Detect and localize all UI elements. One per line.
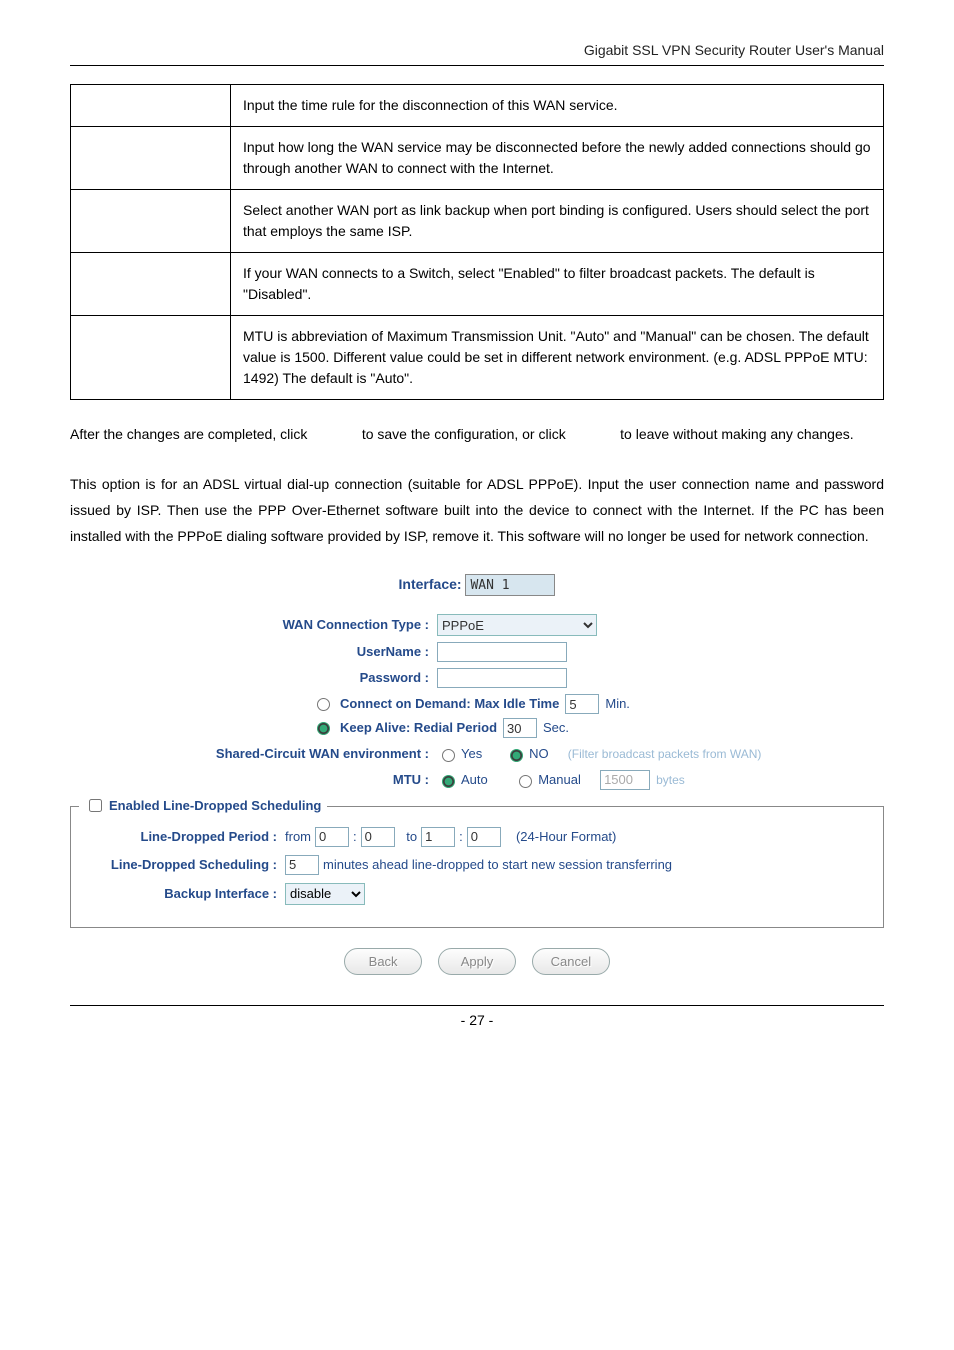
page-number: - 27 -	[461, 1012, 494, 1028]
to-minute-input[interactable]	[467, 827, 501, 847]
table-desc-cell: If your WAN connects to a Switch, select…	[231, 253, 884, 316]
para1-gap1	[311, 426, 358, 442]
box-legend-text: Enabled Line-Dropped Scheduling	[109, 796, 321, 816]
interface-input[interactable]	[465, 574, 555, 596]
interface-label: Interface:	[399, 576, 462, 592]
connect-on-demand-label: Connect on Demand: Max Idle Time	[340, 694, 559, 714]
backup-interface-label: Backup Interface :	[85, 884, 285, 904]
para1-pre: After the changes are completed, click	[70, 426, 311, 442]
table-row: Select another WAN port as link backup w…	[71, 190, 884, 253]
table-label-cell	[71, 316, 231, 400]
row-dropped-period: Line-Dropped Period : from : to : (24-Ho…	[85, 827, 869, 847]
table-row: Input how long the WAN service may be di…	[71, 127, 884, 190]
to-text: to	[406, 827, 417, 847]
max-idle-time-input[interactable]	[565, 694, 599, 714]
minutes-unit: Min.	[605, 694, 630, 714]
interface-row: Interface:	[70, 574, 884, 597]
row-connect-on-demand: Connect on Demand: Max Idle Time Min.	[317, 694, 797, 714]
page-header: Gigabit SSL VPN Security Router User's M…	[70, 40, 884, 61]
para1-post: to leave without making any changes.	[620, 426, 853, 442]
row-dropped-scheduling: Line-Dropped Scheduling : minutes ahead …	[85, 855, 869, 875]
table-label-cell	[71, 253, 231, 316]
table-row: Input the time rule for the disconnectio…	[71, 85, 884, 127]
table-desc-cell: Select another WAN port as link backup w…	[231, 190, 884, 253]
username-input[interactable]	[437, 642, 567, 662]
paragraph-adsl-description: This option is for an ADSL virtual dial-…	[70, 472, 884, 550]
shared-yes-option[interactable]: Yes	[437, 744, 482, 764]
keep-alive-label: Keep Alive: Redial Period	[340, 718, 497, 738]
wan-form: WAN Connection Type : PPPoE UserName : P…	[157, 614, 797, 790]
table-label-cell	[71, 127, 231, 190]
para1-mid: to save the configuration, or click	[362, 426, 570, 442]
table-desc-cell: Input the time rule for the disconnectio…	[231, 85, 884, 127]
seconds-unit: Sec.	[543, 718, 569, 738]
shared-no-radio[interactable]	[510, 749, 523, 762]
password-input[interactable]	[437, 668, 567, 688]
mtu-auto-radio[interactable]	[442, 775, 455, 788]
connection-type-select[interactable]: PPPoE	[437, 614, 597, 636]
username-label: UserName :	[157, 642, 437, 662]
mtu-auto-option[interactable]: Auto	[437, 770, 488, 790]
colon2: :	[459, 827, 463, 847]
row-username: UserName :	[157, 642, 797, 662]
password-label: Password :	[157, 668, 437, 688]
scheduling-minutes-input[interactable]	[285, 855, 319, 875]
row-connection-type: WAN Connection Type : PPPoE	[157, 614, 797, 636]
back-button[interactable]: Back	[344, 948, 422, 976]
row-mtu: MTU : Auto Manual bytes	[157, 770, 797, 790]
backup-interface-select[interactable]: disable	[285, 883, 365, 905]
dropped-scheduling-label: Line-Dropped Scheduling :	[85, 855, 285, 875]
row-shared-circuit: Shared-Circuit WAN environment : Yes NO …	[157, 744, 797, 764]
button-row: Back Apply Cancel	[70, 948, 884, 976]
from-minute-input[interactable]	[361, 827, 395, 847]
to-hour-input[interactable]	[421, 827, 455, 847]
row-backup-interface: Backup Interface : disable	[85, 883, 869, 905]
shared-yes-radio[interactable]	[442, 749, 455, 762]
header-rule	[70, 65, 884, 66]
paragraph-after-changes: After the changes are completed, click t…	[70, 422, 884, 448]
colon1: :	[353, 827, 357, 847]
table-row: If your WAN connects to a Switch, select…	[71, 253, 884, 316]
table-label-cell	[71, 190, 231, 253]
mtu-value-input[interactable]	[600, 770, 650, 790]
hour-format-note: (24-Hour Format)	[516, 827, 616, 847]
redial-period-input[interactable]	[503, 718, 537, 738]
settings-description-table: Input the time rule for the disconnectio…	[70, 84, 884, 400]
mtu-unit: bytes	[656, 771, 685, 789]
cancel-button[interactable]: Cancel	[532, 948, 610, 976]
page-footer: - 27 -	[70, 1005, 884, 1031]
keep-alive-radio[interactable]	[317, 722, 330, 735]
from-text: from	[285, 827, 311, 847]
table-desc-cell: Input how long the WAN service may be di…	[231, 127, 884, 190]
table-row: MTU is abbreviation of Maximum Transmiss…	[71, 316, 884, 400]
connection-type-label: WAN Connection Type :	[157, 615, 437, 635]
line-dropped-scheduling-box: Enabled Line-Dropped Scheduling Line-Dro…	[70, 806, 884, 928]
row-keep-alive: Keep Alive: Redial Period Sec.	[317, 718, 797, 738]
connect-on-demand-radio[interactable]	[317, 698, 330, 711]
box-legend: Enabled Line-Dropped Scheduling	[79, 796, 327, 816]
scheduling-note: minutes ahead line-dropped to start new …	[323, 855, 672, 875]
table-desc-cell: MTU is abbreviation of Maximum Transmiss…	[231, 316, 884, 400]
mtu-manual-option[interactable]: Manual	[514, 770, 581, 790]
para1-gap2	[570, 426, 617, 442]
row-password: Password :	[157, 668, 797, 688]
table-label-cell	[71, 85, 231, 127]
manual-title: Gigabit SSL VPN Security Router User's M…	[584, 42, 884, 58]
from-hour-input[interactable]	[315, 827, 349, 847]
shared-circuit-label: Shared-Circuit WAN environment :	[157, 744, 437, 764]
shared-no-option[interactable]: NO	[505, 744, 549, 764]
dropped-period-label: Line-Dropped Period :	[85, 827, 285, 847]
shared-note: (Filter broadcast packets from WAN)	[568, 745, 762, 763]
enable-scheduling-checkbox[interactable]	[89, 799, 102, 812]
apply-button[interactable]: Apply	[438, 948, 516, 976]
mtu-label: MTU :	[157, 770, 437, 790]
mtu-manual-radio[interactable]	[519, 775, 532, 788]
